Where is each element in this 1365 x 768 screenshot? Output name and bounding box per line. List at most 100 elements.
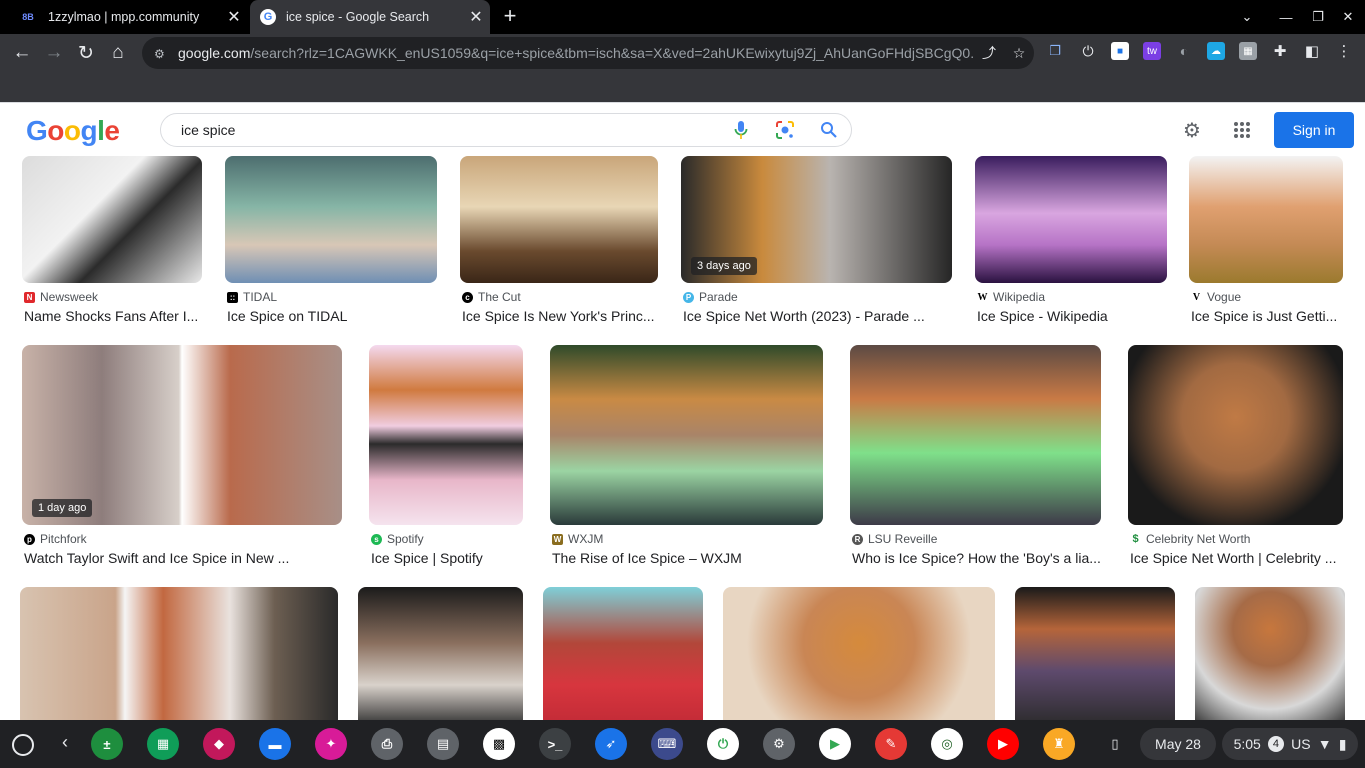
- power-extension-icon[interactable]: ⏻: [1079, 42, 1097, 60]
- result-thumbnail[interactable]: [225, 156, 437, 283]
- google-logo[interactable]: Google: [26, 115, 120, 147]
- date-pill[interactable]: May 28: [1140, 728, 1216, 760]
- result-source[interactable]: c The Cut: [462, 290, 521, 304]
- chevron-left-icon[interactable]: ‹: [62, 732, 68, 753]
- result-title[interactable]: Watch Taylor Swift and Ice Spice in New …: [24, 550, 344, 566]
- result-title[interactable]: Who is Ice Spice? How the 'Boy's a lia..…: [852, 550, 1103, 566]
- close-tab-icon[interactable]: ✕: [220, 7, 248, 27]
- result-thumbnail[interactable]: [975, 156, 1167, 283]
- bookmark-star-icon[interactable]: ☆: [1004, 45, 1034, 62]
- close-window-icon[interactable]: ✕: [1331, 0, 1365, 34]
- image-result-card[interactable]: W Wikipedia Ice Spice - Wikipedia: [975, 156, 1167, 326]
- result-source[interactable]: P Parade: [683, 290, 738, 304]
- image-result-card[interactable]: :: TIDAL Ice Spice on TIDAL: [225, 156, 437, 326]
- home-icon[interactable]: ⌂: [103, 38, 133, 68]
- image-result-card[interactable]: s Spotify Ice Spice | Spotify: [369, 345, 523, 570]
- terminal-app-icon[interactable]: >_: [539, 728, 571, 760]
- app-magenta-icon[interactable]: ✦: [315, 728, 347, 760]
- restore-icon[interactable]: ❐: [1301, 0, 1335, 34]
- menu-dots-icon[interactable]: ⋮: [1335, 42, 1353, 60]
- image-result-card[interactable]: 1 day ago p Pitchfork Watch Taylor Swift …: [22, 345, 342, 570]
- result-source[interactable]: :: TIDAL: [227, 290, 277, 304]
- back-icon[interactable]: ←: [7, 38, 37, 68]
- tab-mpp-community[interactable]: 8B 1zzylmao | mpp.community ✕: [0, 0, 248, 34]
- youtube-app-icon[interactable]: ▶: [987, 728, 1019, 760]
- google-apps-icon[interactable]: [1230, 118, 1254, 142]
- keyboard-app-icon[interactable]: ⌨: [651, 728, 683, 760]
- image-result-thumbnail[interactable]: [1195, 587, 1345, 720]
- result-source[interactable]: W Wikipedia: [977, 290, 1046, 304]
- image-result-thumbnail[interactable]: [723, 587, 995, 720]
- file-tray-icon[interactable]: ▯: [1099, 728, 1131, 760]
- result-thumbnail[interactable]: [22, 156, 202, 283]
- image-result-thumbnail[interactable]: [1015, 587, 1175, 720]
- files-app-icon[interactable]: ▬: [259, 728, 291, 760]
- result-source[interactable]: $ Celebrity Net Worth: [1130, 532, 1250, 546]
- extension-book-icon[interactable]: ❐: [1046, 42, 1064, 60]
- extension-gray-icon[interactable]: ◐: [1175, 42, 1193, 60]
- reload-icon[interactable]: ↻: [71, 38, 101, 68]
- result-thumbnail[interactable]: [1189, 156, 1343, 283]
- result-thumbnail[interactable]: 3 days ago: [681, 156, 952, 283]
- result-title[interactable]: Ice Spice Net Worth (2023) - Parade ...: [683, 308, 954, 324]
- lens-search-icon[interactable]: [763, 114, 807, 146]
- extension-image-icon[interactable]: ▦: [1239, 42, 1257, 60]
- result-title[interactable]: Ice Spice | Spotify: [371, 550, 525, 566]
- image-result-card[interactable]: 3 days ago P Parade Ice Spice Net Worth (…: [681, 156, 952, 326]
- extension-blue-icon[interactable]: ■: [1111, 42, 1129, 60]
- result-title[interactable]: Ice Spice - Wikipedia: [977, 308, 1169, 324]
- result-thumbnail[interactable]: [1128, 345, 1343, 525]
- settings-app-icon[interactable]: ⚙: [763, 728, 795, 760]
- result-source[interactable]: W WXJM: [552, 532, 603, 546]
- url-text[interactable]: google.com/search?rlz=1CAGWKK_enUS1059&q…: [178, 45, 974, 61]
- search-input[interactable]: [181, 122, 719, 138]
- paint-app-icon[interactable]: ✎: [875, 728, 907, 760]
- close-tab-icon[interactable]: ✕: [462, 7, 490, 27]
- power-app-icon[interactable]: ⏻: [707, 728, 739, 760]
- share-icon[interactable]: ⤴: [974, 43, 1004, 63]
- address-bar[interactable]: ⚙ google.com/search?rlz=1CAGWKK_enUS1059…: [142, 37, 1034, 69]
- image-result-card[interactable]: c The Cut Ice Spice Is New York's Princ..…: [460, 156, 658, 326]
- settings-gear-icon[interactable]: ⚙: [1180, 118, 1204, 142]
- result-thumbnail[interactable]: 1 day ago: [22, 345, 342, 525]
- search-icon[interactable]: [807, 114, 851, 146]
- new-tab-icon[interactable]: +: [498, 4, 522, 28]
- forward-icon[interactable]: →: [39, 38, 69, 68]
- extension-tw-icon[interactable]: tw: [1143, 42, 1161, 60]
- docs-app-icon[interactable]: ▤: [427, 728, 459, 760]
- voice-search-icon[interactable]: [719, 114, 763, 146]
- image-result-card[interactable]: V Vogue Ice Spice is Just Getti...: [1189, 156, 1343, 326]
- tab-search-icon[interactable]: ⌄: [1230, 0, 1264, 34]
- extensions-puzzle-icon[interactable]: ✚: [1271, 42, 1289, 60]
- result-title[interactable]: Ice Spice is Just Getti...: [1191, 308, 1345, 324]
- status-tray[interactable]: 5:05 4 US ▼ ▮: [1222, 728, 1358, 760]
- result-title[interactable]: Name Shocks Fans After I...: [24, 308, 204, 324]
- launcher-icon[interactable]: [12, 734, 34, 756]
- calculator-app-icon[interactable]: ±: [91, 728, 123, 760]
- result-thumbnail[interactable]: [460, 156, 658, 283]
- image-result-card[interactable]: N Newsweek Name Shocks Fans After I...: [22, 156, 202, 326]
- result-source[interactable]: V Vogue: [1191, 290, 1241, 304]
- app-pink-icon[interactable]: ◆: [203, 728, 235, 760]
- meet-app-icon[interactable]: ▶: [819, 728, 851, 760]
- image-result-thumbnail[interactable]: [20, 587, 338, 720]
- sign-in-button[interactable]: Sign in: [1274, 112, 1354, 148]
- app-game-icon[interactable]: ♜: [1043, 728, 1075, 760]
- result-source[interactable]: s Spotify: [371, 532, 424, 546]
- result-title[interactable]: The Rise of Ice Spice – WXJM: [552, 550, 825, 566]
- site-info-icon[interactable]: ⚙: [154, 47, 168, 61]
- result-source[interactable]: N Newsweek: [24, 290, 98, 304]
- result-title[interactable]: Ice Spice Is New York's Princ...: [462, 308, 660, 324]
- result-title[interactable]: Ice Spice on TIDAL: [227, 308, 439, 324]
- result-source[interactable]: p Pitchfork: [24, 532, 87, 546]
- sheets-app-icon[interactable]: ▦: [147, 728, 179, 760]
- image-result-card[interactable]: W WXJM The Rise of Ice Spice – WXJM: [550, 345, 823, 570]
- tab-google-search[interactable]: G ice spice - Google Search ✕: [250, 0, 490, 34]
- app-green-icon[interactable]: ◎: [931, 728, 963, 760]
- result-title[interactable]: Ice Spice Net Worth | Celebrity ...: [1130, 550, 1345, 566]
- result-source[interactable]: R LSU Reveille: [852, 532, 937, 546]
- result-thumbnail[interactable]: [850, 345, 1101, 525]
- image-result-thumbnail[interactable]: [358, 587, 523, 720]
- side-panel-icon[interactable]: ◧: [1303, 42, 1321, 60]
- result-thumbnail[interactable]: [369, 345, 523, 525]
